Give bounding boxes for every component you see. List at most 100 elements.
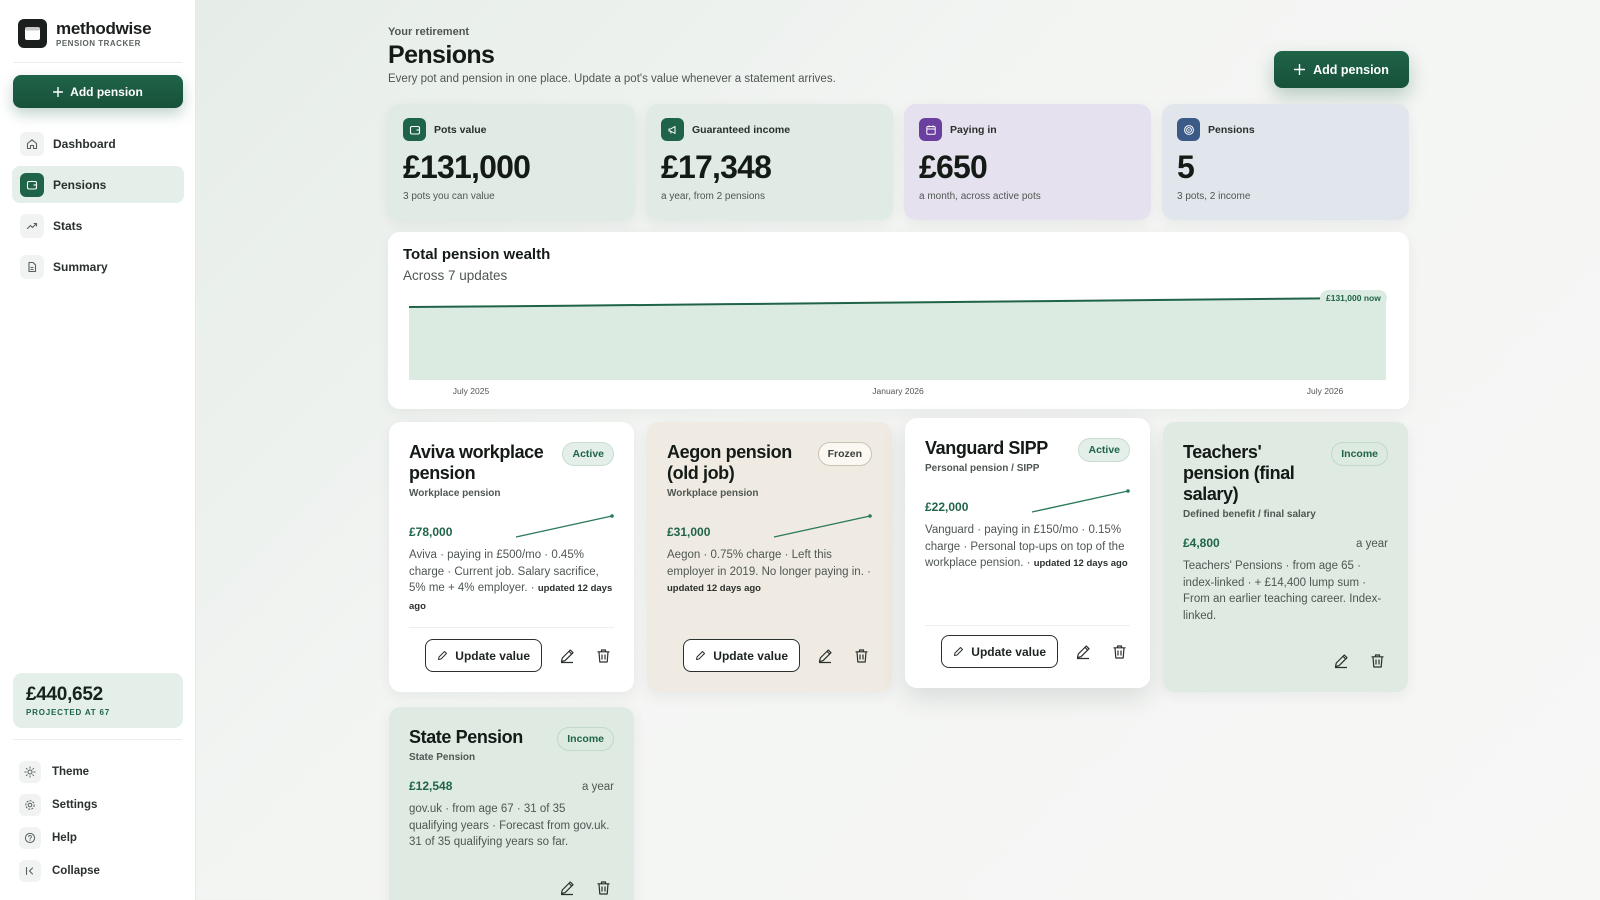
pension-name: State Pension xyxy=(409,727,523,747)
sidebar-footer: Theme Settings Help Collapse xyxy=(19,755,184,887)
sidebar-item-label: Theme xyxy=(52,765,90,778)
plus-icon xyxy=(1294,64,1306,75)
wallet-icon xyxy=(403,118,426,141)
pension-type: Defined benefit / final salary xyxy=(1183,509,1316,520)
sun-icon xyxy=(19,760,41,783)
wealth-chart-card: July 2025 January 2026 July 2026 Total pen… xyxy=(388,232,1409,409)
megaphone-icon xyxy=(661,118,684,141)
pension-description: Aegon · 0.75% charge · Left this employe… xyxy=(667,549,871,594)
page-subtitle: Every pot and pension in one place. Upda… xyxy=(388,73,836,85)
pension-value: £12,548 xyxy=(409,779,453,793)
pension-description: Aviva · paying in £500/mo · 0.45% charge… xyxy=(409,549,613,612)
sidebar-item-summary[interactable]: Summary xyxy=(12,248,184,285)
pension-description: Teachers' Pensions · from age 65 · index… xyxy=(1183,560,1382,622)
update-value-button[interactable]: Update value xyxy=(941,635,1058,668)
add-pension-label: Add pension xyxy=(1313,62,1389,77)
stat-card-paying-in: Paying in £650 a month, across active po… xyxy=(904,104,1151,220)
stat-value: £131,000 xyxy=(403,149,531,185)
sparkline xyxy=(1031,489,1130,513)
trash-icon[interactable] xyxy=(1366,650,1388,672)
sidebar-item-label: Pensions xyxy=(53,177,107,192)
edit-icon[interactable] xyxy=(814,645,836,667)
pension-card-state[interactable]: State Pension State Pension Income £12,5… xyxy=(389,707,634,900)
trash-icon[interactable] xyxy=(850,645,872,667)
pension-frequency: a year xyxy=(582,781,614,793)
sidebar-item-label: Collapse xyxy=(52,864,100,877)
trash-icon[interactable] xyxy=(592,877,614,899)
pension-name: Aviva workplace pension xyxy=(409,442,544,483)
chart-now-label: £131,000 now xyxy=(1320,290,1387,306)
stat-label: Paying in xyxy=(950,123,997,136)
update-value-button[interactable]: Update value xyxy=(425,639,542,672)
sparkline xyxy=(773,514,872,538)
chart-x-ticks: July 2025 January 2026 July 2026 xyxy=(453,386,1344,396)
sidebar-nav: Dashboard Pensions Stats Summary xyxy=(12,125,184,289)
update-value-button[interactable]: Update value xyxy=(683,639,800,672)
collapse-icon xyxy=(19,859,41,882)
chart-x-tick-label: January 2026 xyxy=(872,386,924,396)
stat-value: 5 xyxy=(1177,149,1195,185)
pension-type: State Pension xyxy=(409,752,476,763)
sidebar-item-help[interactable]: Help xyxy=(19,821,184,854)
pencil-icon xyxy=(696,651,706,660)
pension-card-aegon[interactable]: Aegon pension (old job) Workplace pensio… xyxy=(647,422,892,692)
pension-description: Vanguard · paying in £150/mo · 0.15% cha… xyxy=(925,524,1128,569)
stat-note: 3 pots, 2 income xyxy=(1177,191,1251,202)
sidebar-item-label: Dashboard xyxy=(53,136,116,151)
pension-name: Aegon pension (old job) xyxy=(667,442,792,483)
sidebar-item-label: Settings xyxy=(52,798,98,811)
projected-value: £440,652 xyxy=(26,684,103,705)
stat-note: a month, across active pots xyxy=(919,191,1041,202)
wallet-icon xyxy=(20,172,44,197)
edit-icon[interactable] xyxy=(556,645,578,667)
edit-icon[interactable] xyxy=(1330,650,1352,672)
edit-icon[interactable] xyxy=(1072,641,1094,663)
update-value-label: Update value xyxy=(455,648,530,663)
sidebar-item-theme[interactable]: Theme xyxy=(19,755,184,788)
status-badge: Income xyxy=(1331,442,1388,466)
sidebar-item-dashboard[interactable]: Dashboard xyxy=(12,125,184,162)
sidebar-item-pensions[interactable]: Pensions xyxy=(12,166,184,203)
brand-subtitle: PENSION TRACKER xyxy=(56,38,141,48)
brand[interactable]: methodwise PENSION TRACKER xyxy=(18,18,152,48)
chart-x-tick-label: July 2026 xyxy=(1307,386,1344,396)
pension-value: £22,000 xyxy=(925,500,969,514)
stat-card-pots-value: Pots value £131,000 3 pots you can value xyxy=(388,104,635,220)
chart-subtitle: Across 7 updates xyxy=(403,268,508,283)
pension-value: £31,000 xyxy=(667,525,711,539)
pension-card-aviva[interactable]: Aviva workplace pension Workplace pensio… xyxy=(389,422,634,692)
stat-label: Guaranteed income xyxy=(692,123,791,136)
divider xyxy=(13,739,182,740)
home-icon xyxy=(20,131,44,156)
trash-icon[interactable] xyxy=(592,645,614,667)
pension-name: Teachers' pension (final salary) xyxy=(1183,442,1295,504)
pension-type: Workplace pension xyxy=(667,488,759,499)
pension-card-teachers[interactable]: Teachers' pension (final salary) Defined… xyxy=(1163,422,1408,692)
sidebar-item-label: Help xyxy=(52,831,77,844)
brand-logo-icon xyxy=(18,19,47,48)
edit-icon[interactable] xyxy=(556,877,578,899)
pension-updated: updated 12 days ago xyxy=(1033,558,1128,569)
plus-icon xyxy=(53,86,64,97)
add-pension-button[interactable]: Add pension xyxy=(1274,51,1409,88)
stat-value: £650 xyxy=(919,149,988,185)
update-value-label: Update value xyxy=(713,648,788,663)
pension-value: £4,800 xyxy=(1183,536,1220,550)
sidebar-item-collapse[interactable]: Collapse xyxy=(19,854,184,887)
trash-icon[interactable] xyxy=(1108,641,1130,663)
divider xyxy=(13,62,182,63)
pension-value: £78,000 xyxy=(409,525,453,539)
sidebar-item-settings[interactable]: Settings xyxy=(19,788,184,821)
sidebar-add-pension-button[interactable]: Add pension xyxy=(13,75,183,108)
trend-icon xyxy=(20,213,44,238)
gear-icon xyxy=(19,793,41,816)
pension-description: gov.uk · from age 67 · 31 of 35 qualifyi… xyxy=(409,803,610,848)
stat-card-guaranteed-income: Guaranteed income £17,348 a year, from 2… xyxy=(646,104,893,220)
brand-name: methodwise xyxy=(56,18,152,38)
pension-updated: updated 12 days ago xyxy=(667,583,761,594)
divider xyxy=(409,627,614,628)
page-eyebrow: Your retirement xyxy=(388,26,470,38)
pension-card-vanguard[interactable]: Vanguard SIPP Personal pension / SIPP Ac… xyxy=(905,418,1150,688)
pension-type: Personal pension / SIPP xyxy=(925,463,1040,474)
sidebar-item-stats[interactable]: Stats xyxy=(12,207,184,244)
